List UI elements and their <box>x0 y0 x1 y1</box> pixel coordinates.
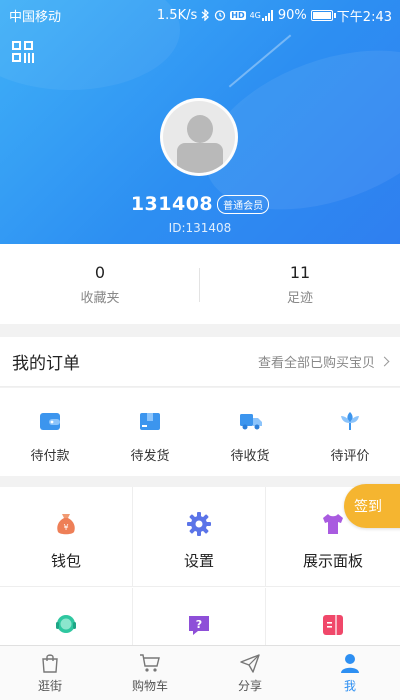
view-all-orders-link[interactable]: 查看全部已购买宝贝 <box>257 352 390 371</box>
tab-me-label: 我 <box>343 679 356 693</box>
question-icon: ? <box>186 612 212 638</box>
package-icon <box>139 410 161 432</box>
order-pending-shipment-label: 待发货 <box>130 449 170 464</box>
favorites-label: 收藏夹 <box>80 290 120 306</box>
sign-in-label: 签到 <box>354 499 382 515</box>
coupon-icon <box>320 612 346 638</box>
paper-plane-icon <box>239 652 261 674</box>
order-pending-receipt[interactable]: 待收货 <box>200 388 300 476</box>
tab-share-label: 分享 <box>237 679 262 693</box>
order-pending-review-label: 待评价 <box>330 449 370 464</box>
tab-cart[interactable]: 购物车 <box>100 646 200 700</box>
sign-in-button[interactable]: 签到 <box>344 484 400 528</box>
battery-icon <box>310 9 336 21</box>
order-pending-receipt-label: 待收货 <box>230 449 270 464</box>
order-pending-shipment[interactable]: 待发货 <box>100 388 200 476</box>
favorites-count: 0 <box>94 262 106 282</box>
network-speed: 1.5K/s <box>156 7 198 23</box>
wallet-service-label: 钱包 <box>50 552 81 570</box>
wallet-service[interactable]: ¥ 钱包 <box>0 487 133 587</box>
cart-icon <box>139 652 161 674</box>
hd-icon: HD <box>230 10 246 20</box>
favorites-stat[interactable]: 0 收藏夹 <box>0 244 200 324</box>
tab-browse-label: 逛街 <box>37 679 62 693</box>
person-icon <box>339 652 361 674</box>
gear-icon <box>186 511 212 537</box>
headset-icon <box>53 612 79 638</box>
order-status-grid: 待付款 待发货 待收货 待评价 <box>0 388 400 476</box>
tshirt-icon <box>320 511 346 537</box>
bluetooth-icon <box>201 9 210 21</box>
username: 131408 <box>130 193 214 215</box>
bottom-tab-bar: 逛街 购物车 分享 我 <box>0 645 400 700</box>
status-bar: 中国移动 1.5K/s HD 4G 90% 下午2:43 <box>0 0 400 30</box>
tab-me[interactable]: 我 <box>300 646 400 700</box>
money-bag-icon: ¥ <box>53 511 79 537</box>
orders-title: 我的订单 <box>12 354 80 374</box>
member-badge: 普通会员 <box>217 194 270 214</box>
tab-share[interactable]: 分享 <box>200 646 300 700</box>
settings-service[interactable]: 设置 <box>133 487 266 587</box>
user-id: ID:131408 <box>168 221 232 235</box>
showcase-service-label: 展示面板 <box>302 552 363 570</box>
avatar[interactable] <box>160 98 238 176</box>
scan-qr-icon[interactable] <box>12 41 34 63</box>
history-label: 足迹 <box>286 290 313 306</box>
wallet-icon <box>39 410 61 432</box>
settings-service-label: 设置 <box>183 552 214 570</box>
history-count: 11 <box>289 262 311 282</box>
orders-header: 我的订单 查看全部已购买宝贝 <box>0 337 400 387</box>
shopping-bag-icon <box>39 652 61 674</box>
stats-divider <box>199 268 200 302</box>
truck-icon <box>239 410 262 432</box>
tab-browse[interactable]: 逛街 <box>0 646 100 700</box>
clock: 下午2:43 <box>336 9 392 25</box>
tab-cart-label: 购物车 <box>131 679 168 693</box>
flower-icon <box>339 410 361 432</box>
order-pending-payment-label: 待付款 <box>30 449 70 464</box>
signal-icon: 4G <box>249 9 274 21</box>
order-pending-payment[interactable]: 待付款 <box>0 388 100 476</box>
svg-text:?: ? <box>196 618 202 631</box>
view-all-orders-label: 查看全部已购买宝贝 <box>257 356 375 371</box>
chevron-right-icon <box>379 356 390 367</box>
alarm-icon <box>214 9 226 21</box>
services-grid: ¥ 钱包 设置 展示面板 ? <box>0 487 400 688</box>
battery-percent: 90% <box>277 7 307 23</box>
carrier-name: 中国移动 <box>9 9 62 25</box>
history-stat[interactable]: 11 足迹 <box>200 244 400 324</box>
order-pending-review[interactable]: 待评价 <box>300 388 400 476</box>
profile-page: 中国移动 1.5K/s HD 4G 90% 下午2:43 131408 普通会员… <box>0 0 400 700</box>
profile-header: 中国移动 1.5K/s HD 4G 90% 下午2:43 131408 普通会员… <box>0 0 400 244</box>
network-type: 4G <box>249 10 261 20</box>
svg-text:¥: ¥ <box>63 523 68 532</box>
stats-bar: 0 收藏夹 11 足迹 <box>0 244 400 324</box>
